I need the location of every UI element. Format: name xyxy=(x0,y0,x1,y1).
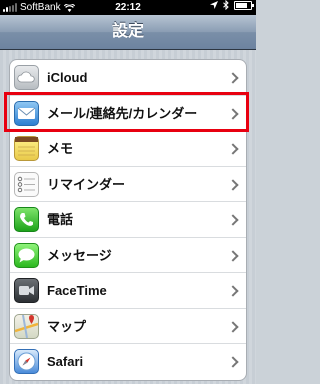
settings-row-label: iCloud xyxy=(47,70,88,85)
mail-icon xyxy=(14,100,39,126)
settings-row-safari[interactable]: Safari xyxy=(10,344,246,380)
facetime-icon xyxy=(14,278,39,303)
messages-icon xyxy=(14,242,39,268)
chevron-right-icon xyxy=(227,143,239,155)
chevron-right-icon xyxy=(227,72,239,84)
settings-row-mail[interactable]: メール/連絡先/カレンダー xyxy=(10,96,246,131)
location-arrow-icon xyxy=(210,1,218,9)
settings-row-label: FaceTime xyxy=(47,283,107,298)
notes-icon xyxy=(14,136,39,161)
settings-row-maps[interactable]: マップ xyxy=(10,309,246,344)
phone-icon xyxy=(14,207,39,232)
settings-row-label: メモ xyxy=(47,141,74,156)
settings-list: iCloud メール/連絡先/カレンダー メモ リマインダー 電話 メッセージ xyxy=(9,59,247,381)
status-right xyxy=(210,0,254,10)
reminders-icon xyxy=(14,171,39,197)
battery-icon xyxy=(234,0,254,10)
chevron-right-icon xyxy=(227,249,239,262)
settings-row-label: メール/連絡先/カレンダー xyxy=(47,105,198,121)
page-title: 設定 xyxy=(111,23,144,40)
settings-row-label: 電話 xyxy=(47,212,74,227)
navigation-bar: 設定 xyxy=(0,15,256,50)
settings-row-facetime[interactable]: FaceTime xyxy=(10,273,246,309)
chevron-right-icon xyxy=(227,107,239,120)
chevron-right-icon xyxy=(227,178,239,191)
settings-row-icloud[interactable]: iCloud xyxy=(10,60,246,96)
settings-row-phone[interactable]: 電話 xyxy=(10,202,246,238)
chevron-right-icon xyxy=(227,356,239,368)
settings-row-label: Safari xyxy=(47,354,84,369)
icloud-icon xyxy=(14,65,39,90)
settings-row-reminders[interactable]: リマインダー xyxy=(10,167,246,202)
settings-row-label: マップ xyxy=(47,318,87,334)
maps-icon xyxy=(14,313,39,339)
chevron-right-icon xyxy=(227,320,239,333)
settings-row-label: リマインダー xyxy=(47,176,126,192)
status-bar: SoftBank 22:12 xyxy=(0,0,256,15)
bluetooth-icon xyxy=(223,0,229,10)
settings-row-messages[interactable]: メッセージ xyxy=(10,238,246,273)
settings-row-notes[interactable]: メモ xyxy=(10,131,246,167)
chevron-right-icon xyxy=(227,214,239,226)
safari-icon xyxy=(14,349,39,374)
settings-row-label: メッセージ xyxy=(47,247,112,263)
chevron-right-icon xyxy=(227,285,239,297)
